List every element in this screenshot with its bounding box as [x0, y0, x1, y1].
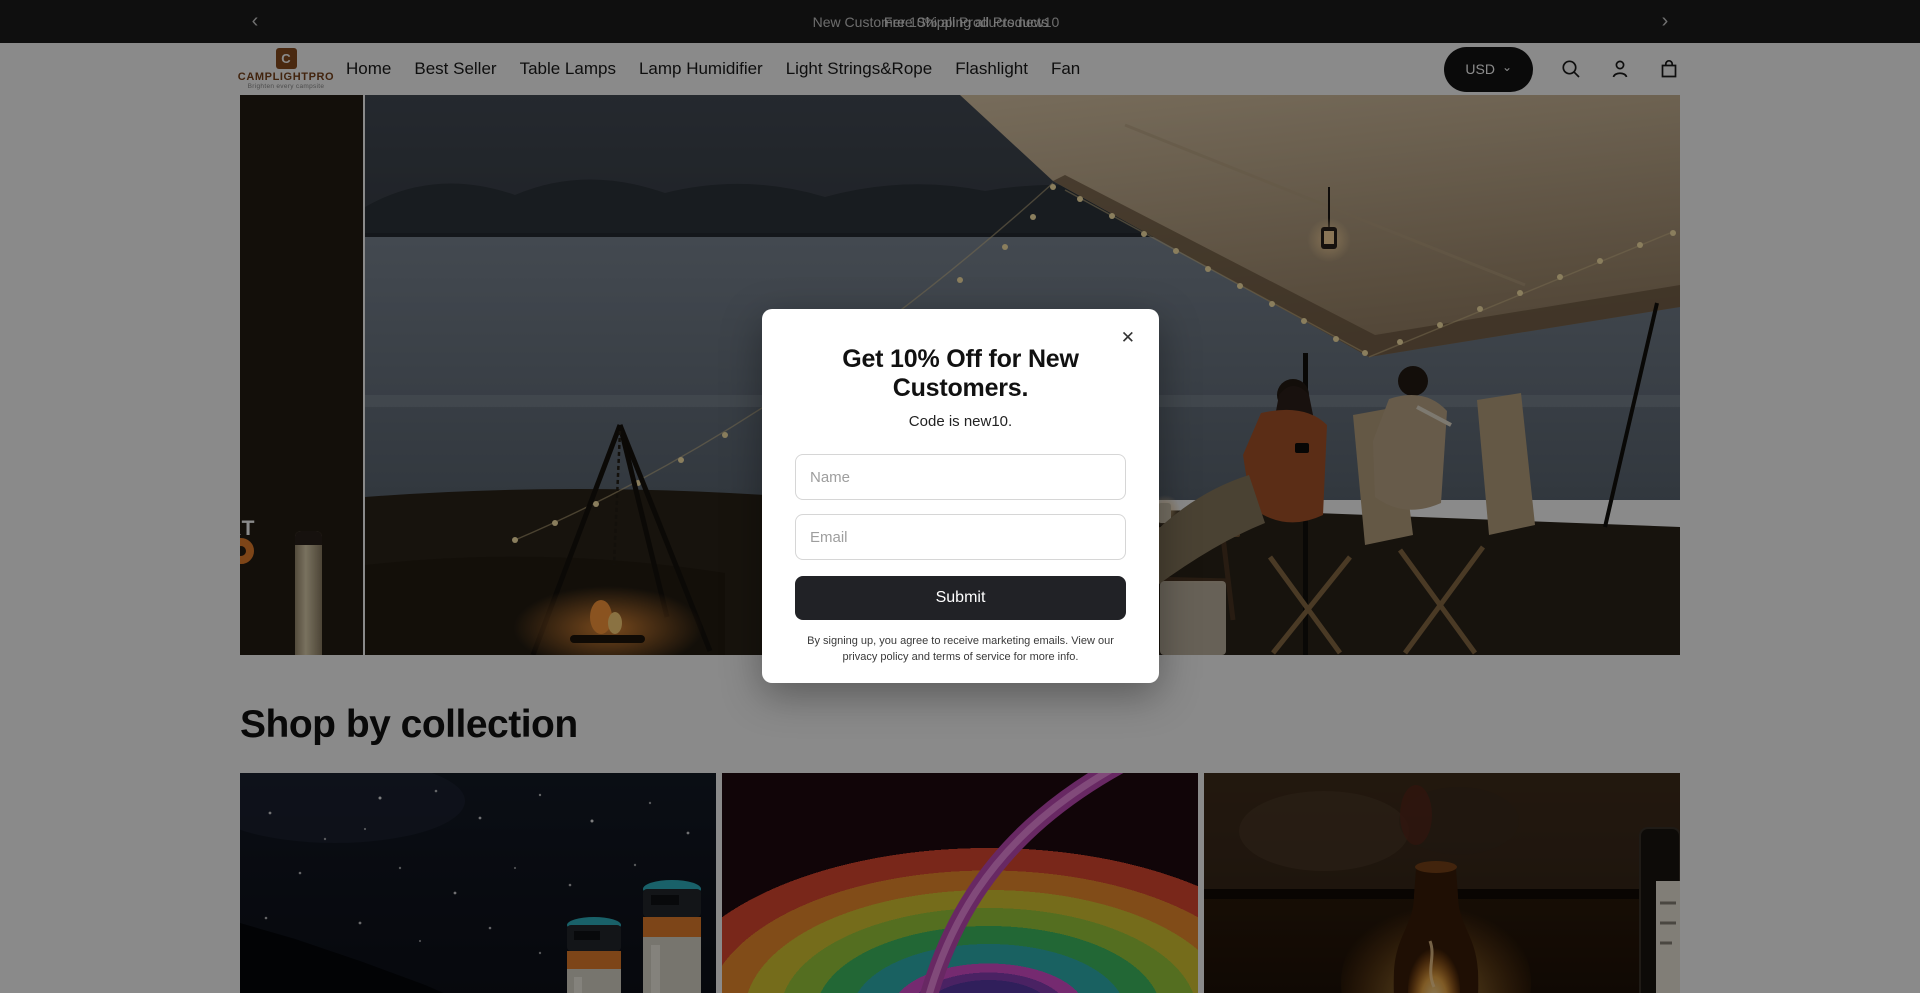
submit-button[interactable]: Submit — [795, 576, 1126, 620]
email-field[interactable] — [795, 514, 1126, 560]
newsletter-popup: ✕ Get 10% Off for New Customers. Code is… — [762, 309, 1159, 683]
popup-subtitle: Code is new10. — [795, 413, 1126, 430]
popup-title: Get 10% Off for New Customers. — [795, 345, 1126, 403]
name-field[interactable] — [795, 454, 1126, 500]
popup-disclaimer: By signing up, you agree to receive mark… — [796, 634, 1126, 666]
close-icon[interactable]: ✕ — [1121, 329, 1135, 346]
